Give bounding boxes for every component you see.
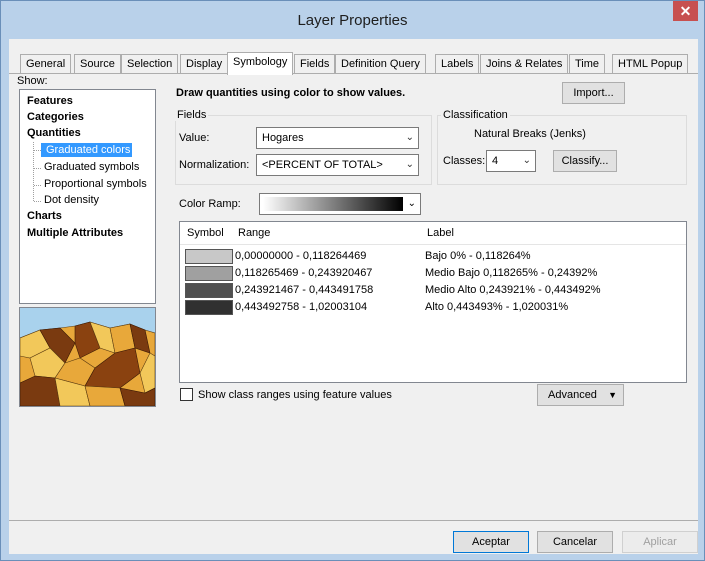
tree-connector <box>34 185 41 186</box>
column-header-symbol[interactable]: Symbol <box>187 227 224 239</box>
column-header-label[interactable]: Label <box>427 227 454 239</box>
import-button[interactable]: Import... <box>562 82 625 104</box>
label-cell: Bajo 0% - 0,118264% <box>425 250 531 262</box>
tree-item-multiple-attributes[interactable]: Multiple Attributes <box>27 227 123 239</box>
chevron-down-icon: ⌄ <box>522 155 531 166</box>
label-cell: Medio Bajo 0,118265% - 0,24392% <box>425 267 598 279</box>
cancel-button[interactable]: Cancelar <box>537 531 613 553</box>
tree-item-features[interactable]: Features <box>27 95 73 107</box>
tab-joins-relates[interactable]: Joins & Relates <box>480 54 569 74</box>
layer-properties-window: Layer Properties ✕ General Source Select… <box>0 0 705 561</box>
dialog-client: General Source Selection Display Symbolo… <box>9 39 698 554</box>
label-cell: Alto 0,443493% - 1,020031% <box>425 301 569 313</box>
tab-source[interactable]: Source <box>74 54 121 74</box>
title-bar: Layer Properties ✕ <box>1 1 704 39</box>
chevron-down-icon: ⌄ <box>405 159 414 170</box>
tab-html-popup[interactable]: HTML Popup <box>612 54 689 74</box>
range-cell: 0,243921467 - 0,443491758 <box>235 284 374 296</box>
dropdown-arrow-icon: ▼ <box>608 390 617 400</box>
close-icon: ✕ <box>679 3 692 19</box>
tab-fields[interactable]: Fields <box>294 54 336 74</box>
ok-button[interactable]: Aceptar <box>453 531 529 553</box>
classes-label: Classes: <box>443 155 486 167</box>
classification-group-label: Classification <box>441 109 510 121</box>
table-row[interactable]: 0,00000000 - 0,118264469 Bajo 0% - 0,118… <box>180 248 686 264</box>
classes-dropdown[interactable]: 4 ⌄ <box>486 150 536 172</box>
tree-item-categories[interactable]: Categories <box>27 111 84 123</box>
table-row[interactable]: 0,243921467 - 0,443491758 Medio Alto 0,2… <box>180 282 686 298</box>
renderer-description: Draw quantities using color to show valu… <box>176 87 406 99</box>
map-preview-image <box>20 308 155 406</box>
color-ramp-dropdown[interactable]: ⌄ <box>259 193 421 215</box>
normalization-label: Normalization: <box>179 159 250 171</box>
classify-button[interactable]: Classify... <box>553 150 617 172</box>
show-label: Show: <box>17 75 48 87</box>
label-cell: Medio Alto 0,243921% - 0,443492% <box>425 284 601 296</box>
range-cell: 0,443492758 - 1,02003104 <box>235 301 368 313</box>
class-breaks-table[interactable]: Symbol Range Label 0,00000000 - 0,118264… <box>179 221 687 383</box>
tree-connector <box>34 150 41 151</box>
symbol-swatch[interactable] <box>185 283 233 298</box>
advanced-button-label: Advanced <box>548 389 597 401</box>
color-ramp-gradient <box>263 197 403 211</box>
table-row[interactable]: 0,118265469 - 0,243920467 Medio Bajo 0,1… <box>180 265 686 281</box>
tree-connector <box>34 168 41 169</box>
normalization-dropdown[interactable]: <PERCENT OF TOTAL> ⌄ <box>256 154 419 176</box>
value-dropdown-text: Hogares <box>262 132 304 144</box>
tab-general[interactable]: General <box>20 54 72 74</box>
show-class-ranges-label: Show class ranges using feature values <box>198 389 392 401</box>
chevron-down-icon: ⌄ <box>405 132 414 143</box>
tab-labels[interactable]: Labels <box>435 54 480 74</box>
tree-item-charts[interactable]: Charts <box>27 210 62 222</box>
header-divider <box>180 244 686 245</box>
range-cell: 0,118265469 - 0,243920467 <box>235 267 373 279</box>
show-class-ranges-checkbox[interactable] <box>180 388 193 401</box>
advanced-button[interactable]: Advanced ▼ <box>537 384 624 406</box>
normalization-dropdown-text: <PERCENT OF TOTAL> <box>262 159 383 171</box>
classes-dropdown-text: 4 <box>492 155 499 167</box>
apply-button[interactable]: Aplicar <box>622 531 698 553</box>
tree-item-dot-density[interactable]: Dot density <box>44 194 99 206</box>
tree-item-graduated-colors[interactable]: Graduated colors <box>41 143 133 157</box>
symbol-swatch[interactable] <box>185 300 233 315</box>
tree-item-graduated-symbols[interactable]: Graduated symbols <box>44 161 139 173</box>
symbol-swatch[interactable] <box>185 266 233 281</box>
tab-display[interactable]: Display <box>180 54 229 74</box>
table-row[interactable]: 0,443492758 - 1,02003104 Alto 0,443493% … <box>180 299 686 315</box>
tab-selection[interactable]: Selection <box>121 54 179 74</box>
close-button[interactable]: ✕ <box>673 1 698 21</box>
tree-item-quantities[interactable]: Quantities <box>27 127 81 139</box>
tab-definition-query[interactable]: Definition Query <box>335 54 426 74</box>
value-dropdown[interactable]: Hogares ⌄ <box>256 127 419 149</box>
map-preview <box>19 307 156 407</box>
tab-symbology[interactable]: Symbology <box>227 52 294 75</box>
fields-group-label: Fields <box>175 109 209 121</box>
chevron-down-icon: ⌄ <box>407 198 416 209</box>
symbol-swatch[interactable] <box>185 249 233 264</box>
window-title: Layer Properties <box>297 12 408 29</box>
column-header-range[interactable]: Range <box>238 227 270 239</box>
value-label: Value: <box>179 132 210 144</box>
tab-time[interactable]: Time <box>569 54 606 74</box>
renderer-tree: Features Categories Quantities Graduated… <box>19 89 156 304</box>
tree-item-proportional-symbols[interactable]: Proportional symbols <box>44 178 147 190</box>
color-ramp-label: Color Ramp: <box>179 198 241 210</box>
classification-method: Natural Breaks (Jenks) <box>474 128 586 140</box>
range-cell: 0,00000000 - 0,118264469 <box>235 250 367 262</box>
tree-connector <box>34 201 41 202</box>
